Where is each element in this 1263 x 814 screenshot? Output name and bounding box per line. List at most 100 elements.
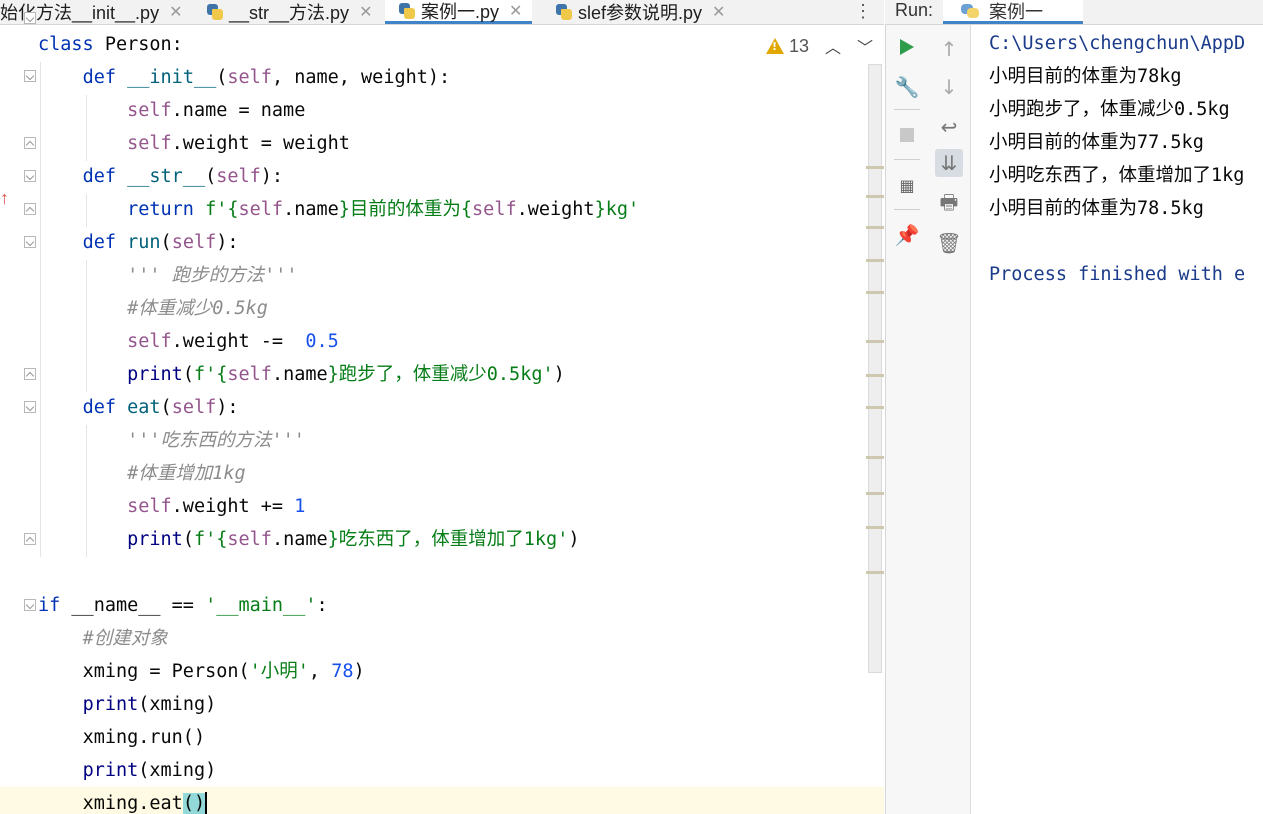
- down-arrow-icon[interactable]: ↓: [935, 73, 963, 101]
- output-line: 小明跑步了，体重减少0.5kg: [989, 99, 1230, 120]
- tab-case-one[interactable]: 案例一.py ✕: [385, 0, 533, 24]
- previous-highlight-icon[interactable]: ︿: [825, 34, 841, 58]
- output-line: 小明目前的体重为78.5kg: [989, 198, 1204, 219]
- code-line: def __str__(self):: [82, 166, 284, 187]
- console-output: C:\Users\chengchun\AppD 小明目前的体重为78kg 小明跑…: [989, 27, 1245, 291]
- tab-self-param[interactable]: slef参数说明.py ✕: [556, 0, 725, 24]
- pin-icon[interactable]: 📌: [893, 221, 921, 249]
- output-line: 小明目前的体重为78kg: [989, 66, 1182, 87]
- scroll-to-end-icon[interactable]: ⇊: [935, 149, 963, 177]
- python-file-icon: [556, 4, 572, 20]
- override-arrow-icon[interactable]: ↑: [0, 188, 9, 209]
- warning-marker[interactable]: [866, 526, 884, 529]
- python-icon: [961, 3, 979, 18]
- fold-end-icon[interactable]: [24, 533, 36, 545]
- code-area[interactable]: class Person: def __init__(self, name, w…: [0, 28, 884, 814]
- current-code-line: xming.eat(): [0, 787, 884, 814]
- code-line: def __init__(self, name, weight):: [82, 67, 451, 88]
- code-editor[interactable]: 始化方法__init__.py ✕ __str__方法.py ✕ 案例一.py …: [0, 0, 884, 814]
- run-label: Run:: [895, 0, 934, 20]
- fold-start-icon[interactable]: [24, 170, 36, 182]
- run-toolbar-left: 🔧 ▦ 📌: [885, 25, 929, 814]
- code-line: print(f'{self.name}跑步了，体重减少0.5kg'): [127, 364, 565, 385]
- warning-marker[interactable]: [866, 374, 884, 377]
- tab-str-method[interactable]: __str__方法.py ✕: [207, 0, 372, 24]
- interpreter-path[interactable]: C:\Users\chengchun\AppD: [989, 27, 1245, 60]
- soft-wrap-icon[interactable]: ↩: [935, 113, 963, 141]
- tabs-menu-icon[interactable]: ⋮: [854, 0, 872, 22]
- fold-start-icon[interactable]: [24, 401, 36, 413]
- close-icon[interactable]: ✕: [169, 2, 182, 22]
- scrollbar-thumb[interactable]: [868, 64, 882, 673]
- up-arrow-icon[interactable]: ↑: [935, 35, 963, 63]
- print-icon[interactable]: 🖶: [935, 190, 963, 219]
- code-line: #体重增加1kg: [127, 463, 246, 484]
- fold-start-icon[interactable]: [24, 599, 36, 611]
- editor-tab-bar: 始化方法__init__.py ✕ __str__方法.py ✕ 案例一.py …: [0, 0, 884, 25]
- output-line: 小明吃东西了，体重增加了1kg: [989, 165, 1245, 186]
- trash-icon[interactable]: 🗑: [935, 229, 963, 257]
- process-finished-line: Process finished with e: [989, 264, 1246, 285]
- code-line: def eat(self):: [82, 397, 239, 418]
- code-line: #体重减少0.5kg: [127, 298, 268, 319]
- code-line: print(xming): [82, 694, 217, 715]
- warning-marker[interactable]: [866, 456, 884, 459]
- run-toolbar-right: ↑ ↓ ↩ ⇊ 🖶 🗑: [928, 25, 971, 814]
- code-line: self.weight += 1: [127, 496, 306, 517]
- code-line: class Person:: [38, 34, 183, 55]
- settings-wrench-icon[interactable]: 🔧: [893, 73, 921, 101]
- editor-scrollbar[interactable]: [866, 62, 884, 814]
- close-icon[interactable]: ✕: [712, 2, 725, 22]
- warning-marker[interactable]: [866, 340, 884, 343]
- code-line: self.weight -= 0.5: [127, 331, 339, 352]
- warning-marker[interactable]: [866, 406, 884, 409]
- editor-gutter: ↑: [0, 25, 36, 814]
- fold-start-icon[interactable]: [24, 12, 36, 24]
- code-line: xming.run(): [82, 727, 206, 748]
- code-line: '''吃东西的方法''': [127, 430, 305, 451]
- code-line: xming = Person('小明', 78): [82, 661, 365, 682]
- warning-icon: [766, 38, 784, 54]
- fold-start-icon[interactable]: [24, 70, 36, 82]
- code-line: self.name = name: [127, 100, 306, 121]
- run-tool-window-header: Run: 案例一: [885, 0, 1263, 25]
- run-console[interactable]: C:\Users\chengchun\AppD 小明目前的体重为78kg 小明跑…: [971, 25, 1263, 814]
- warning-marker[interactable]: [866, 226, 884, 229]
- code-line: if __name__ == '__main__':: [38, 595, 328, 616]
- tab-label: 案例一.py: [421, 1, 500, 22]
- code-line: ''' 跑步的方法''': [127, 265, 298, 286]
- code-line: print(xming): [82, 760, 217, 781]
- output-line: 小明目前的体重为77.5kg: [989, 132, 1204, 153]
- rerun-icon[interactable]: [893, 33, 921, 61]
- code-line: def run(self):: [82, 232, 239, 253]
- warning-marker[interactable]: [866, 492, 884, 495]
- python-file-icon: [399, 2, 415, 19]
- tab-label: __str__方法.py: [229, 3, 350, 23]
- close-icon[interactable]: ✕: [359, 2, 372, 22]
- close-icon[interactable]: ✕: [509, 1, 522, 21]
- fold-end-icon[interactable]: [24, 137, 36, 149]
- inspection-widget[interactable]: 13 ︿ ﹀: [766, 34, 873, 58]
- warning-marker[interactable]: [866, 571, 884, 574]
- python-file-icon: [207, 4, 223, 20]
- code-line: return f'{self.name}目前的体重为{self.weight}k…: [127, 199, 640, 220]
- layout-icon[interactable]: ▦: [893, 171, 921, 199]
- text-cursor: [205, 792, 208, 814]
- warning-marker[interactable]: [866, 291, 884, 294]
- run-tab-label: 案例一: [989, 1, 1043, 22]
- warning-marker[interactable]: [866, 195, 884, 198]
- warning-marker[interactable]: [866, 259, 884, 262]
- run-tab[interactable]: 案例一: [943, 0, 1083, 24]
- fold-end-icon[interactable]: [24, 203, 36, 215]
- code-line: print(f'{self.name}吃东西了，体重增加了1kg'): [127, 529, 580, 550]
- warning-marker[interactable]: [866, 166, 884, 169]
- next-highlight-icon[interactable]: ﹀: [857, 34, 873, 58]
- stop-icon[interactable]: [893, 121, 921, 149]
- tab-label: slef参数说明.py: [578, 3, 703, 23]
- code-line: self.weight = weight: [127, 133, 350, 154]
- fold-start-icon[interactable]: [24, 236, 36, 248]
- toolbar-separator: [894, 209, 920, 210]
- fold-end-icon[interactable]: [24, 368, 36, 380]
- toolbar-separator: [894, 109, 920, 110]
